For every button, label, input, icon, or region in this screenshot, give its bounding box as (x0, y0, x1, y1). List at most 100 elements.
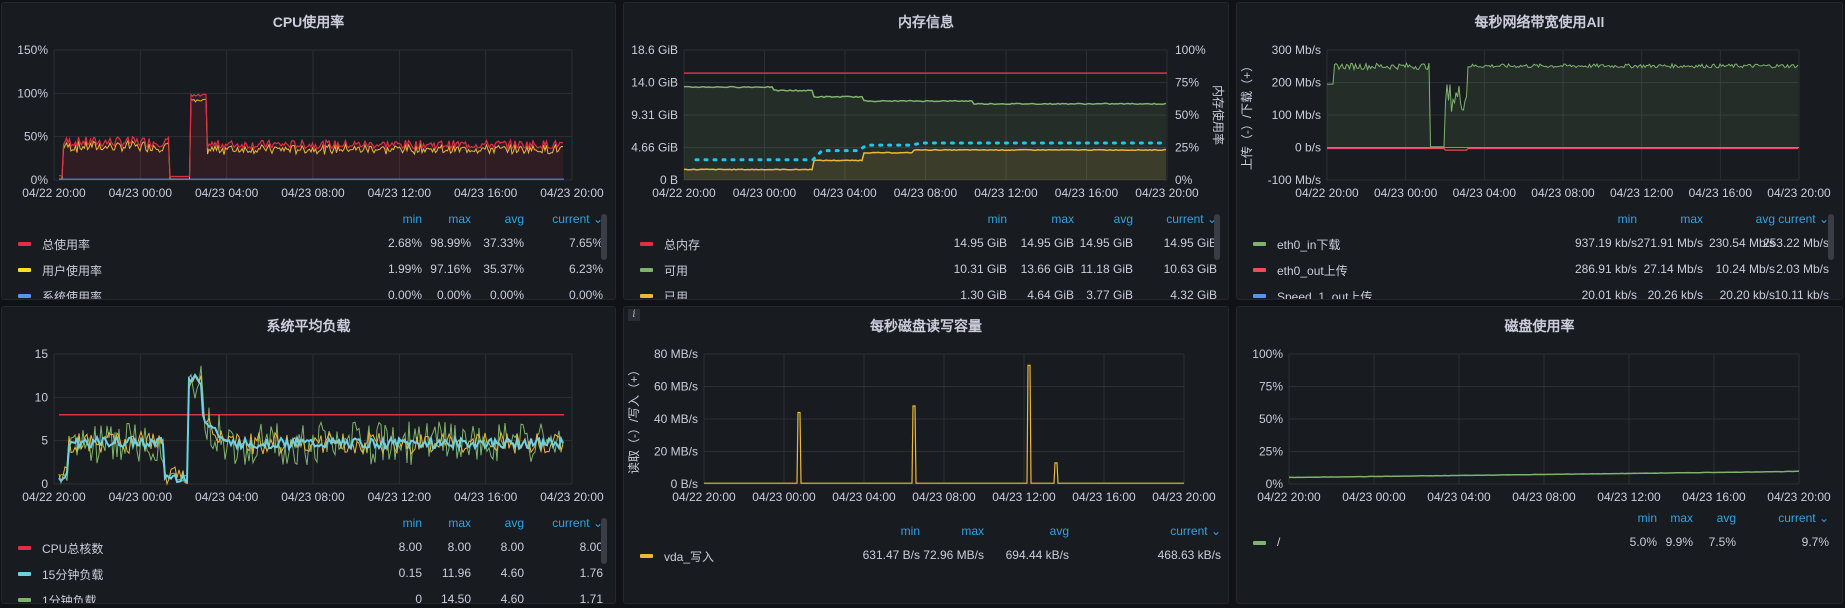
legend-header-avg[interactable]: avg (1050, 524, 1069, 538)
legend-row[interactable]: Speed_1_out上传 20.01 kb/s 20.26 kb/s 20.20 k… (1237, 288, 1842, 300)
legend-row[interactable]: eth0_out上传 286.91 kb/s 27.14 Mb/s 10.24 Mb/… (1237, 262, 1842, 278)
legend-header-current[interactable]: current ⌄ (1778, 212, 1829, 226)
legend-max-value: 9.9% (1665, 535, 1693, 549)
legend-header-current[interactable]: current ⌄ (1170, 524, 1221, 538)
legend-current-value: 2.03 Mb/s (1776, 262, 1829, 276)
legend-header-current[interactable]: current ⌄ (1166, 212, 1217, 226)
legend-header-current[interactable]: current ⌄ (552, 212, 603, 226)
dashboard-grid: CPU使用率 150% 100% 50% 0% 04/22 20:00 04/23 00:0… (0, 0, 1845, 608)
y-tick-label: 300 Mb/s (1272, 43, 1321, 57)
legend-current-value: 10.11 kb/s (1774, 288, 1829, 300)
legend-avg-value: 20.20 kb/s (1719, 288, 1775, 300)
x-tick-label: 04/23 04:00 (1427, 490, 1491, 504)
legend-header-current[interactable]: current ⌄ (1778, 511, 1829, 525)
x-tick-label: 04/23 04:00 (832, 490, 896, 504)
legend-row[interactable]: 用户使用率 1.99% 97.16% 35.37% 6.23% (2, 262, 615, 278)
y-tick-label: 20 MB/s (654, 445, 698, 459)
legend-avg-value: 7.5% (1708, 535, 1736, 549)
legend-avg-value: 14.95 GiB (1079, 236, 1133, 250)
legend-min-value: 20.01 kb/s (1581, 288, 1637, 300)
legend-row[interactable]: 1分钟负载 0 14.50 4.60 1.71 (2, 592, 615, 604)
x-tick-label: 04/23 20:00 (540, 490, 604, 504)
legend-header-min[interactable]: min (988, 212, 1007, 226)
legend-max-value: 4.64 GiB (1027, 288, 1074, 300)
y-tick-label: -100 Mb/s (1268, 173, 1321, 187)
x-tick-label: 04/23 16:00 (1055, 186, 1119, 200)
legend-header-max[interactable]: max (448, 516, 471, 530)
legend-row[interactable]: / 5.0% 9.9% 7.5% 9.7% (1237, 535, 1842, 551)
x-tick-label: 04/23 20:00 (1135, 186, 1199, 200)
legend-header-min[interactable]: min (901, 524, 920, 538)
legend-current-value: 7.65% (568, 236, 603, 250)
legend-row[interactable]: CPU总核数 8.00 8.00 8.00 8.00 (2, 540, 615, 556)
x-tick-label: 04/23 20:00 (1767, 186, 1831, 200)
legend-header-current[interactable]: current ⌄ (552, 516, 603, 530)
legend-avg-value: 35.37% (483, 262, 524, 276)
x-tick-label: 04/23 16:00 (1682, 490, 1746, 504)
panel-network-bandwidth[interactable]: 每秒网络带宽使用All 300 Mb/s 200 Mb/s 100 Mb/s 0 b/s… (1236, 2, 1843, 300)
legend-header-min[interactable]: min (1618, 212, 1637, 226)
legend-header-avg[interactable]: avg (505, 212, 524, 226)
legend-scrollbar[interactable] (1214, 214, 1220, 260)
legend-current-value: 14.95 GiB (1163, 236, 1217, 250)
x-tick-label: 04/23 00:00 (1342, 490, 1406, 504)
legend-avg-value: 4.60 (500, 566, 524, 580)
chevron-down-icon[interactable]: ⌄ (1816, 511, 1829, 525)
legend-max-value: 14.50 (440, 592, 471, 604)
legend-header-min[interactable]: min (403, 212, 422, 226)
legend-scrollbar[interactable] (1828, 214, 1834, 260)
legend-swatch (1253, 242, 1266, 246)
legend-header-avg[interactable]: avg (1114, 212, 1133, 226)
legend-header-max[interactable]: max (961, 524, 984, 538)
legend-row[interactable]: vda_写入 631.47 B/s 72.96 MB/s 694.44 kB/s 468… (624, 548, 1228, 564)
legend-row[interactable]: eth0_in下载 937.19 kb/s 271.91 Mb/s 230.54 Mb… (1237, 236, 1842, 252)
chevron-down-icon[interactable]: ⌄ (1816, 212, 1829, 226)
y-tick-label: 0 B/s (671, 477, 698, 491)
x-tick-label: 04/23 12:00 (368, 186, 432, 200)
y-tick-label: 60 MB/s (654, 380, 698, 394)
panel-disk-io[interactable]: 每秒磁盘读写容量 i 80 MB/s 60 MB/s 40 MB/s 20 MB/s 0 B… (623, 306, 1229, 604)
y-tick-label: 100 Mb/s (1272, 108, 1321, 122)
legend-current-value: 4.32 GiB (1170, 288, 1217, 300)
legend-row[interactable]: 总内存 14.95 GiB 14.95 GiB 14.95 GiB 14.95 GiB (624, 236, 1228, 252)
y-tick-label: 5 (41, 434, 48, 448)
legend-min-value: 5.0% (1629, 535, 1657, 549)
legend-row[interactable]: 总使用率 2.68% 98.99% 37.33% 7.65% (2, 236, 615, 252)
y-tick-label-right: 75% (1175, 76, 1199, 90)
panel-disk-usage[interactable]: 磁盘使用率 100% 75% 50% 25% 0% 04/22 20:00 04/23 00:… (1236, 306, 1843, 604)
panel-cpu-usage[interactable]: CPU使用率 150% 100% 50% 0% 04/22 20:00 04/23 00:0… (1, 2, 616, 300)
legend-min-value: 937.19 kb/s (1574, 236, 1637, 250)
x-tick-label: 04/22 20:00 (672, 490, 736, 504)
y-tick-label: 75% (1259, 380, 1283, 394)
legend-row[interactable]: 可用 10.31 GiB 13.66 GiB 11.18 GiB 10.63 GiB (624, 262, 1228, 278)
y-axis-label: 读取（-）/写入（+） (627, 364, 641, 474)
chart-svg: 18.6 GiB 14.0 GiB 9.31 GiB 4.66 GiB 0 B 100% 7… (631, 43, 1226, 200)
panel-memory-info[interactable]: 内存信息 18.6 GiB 14.0 GiB 9.31 GiB 4.66 GiB 0 B1… (623, 2, 1229, 300)
legend-row[interactable]: 15分钟负载 0.15 11.96 4.60 1.76 (2, 566, 615, 582)
legend-header-min[interactable]: min (403, 516, 422, 530)
y-tick-label: 200 Mb/s (1272, 76, 1321, 90)
legend-current-value: 8.00 (579, 540, 603, 554)
legend-header-avg[interactable]: avg (1717, 511, 1736, 525)
legend-header-max[interactable]: max (1670, 511, 1693, 525)
grid-lines (53, 353, 573, 485)
legend-row[interactable]: 系统使用率 0.00% 0.00% 0.00% 0.00% (2, 288, 615, 299)
legend-header-avg[interactable]: avg (1756, 212, 1775, 226)
legend-min-value: 1.30 GiB (960, 288, 1007, 300)
x-tick-label: 04/23 00:00 (733, 186, 797, 200)
legend-scrollbar[interactable] (601, 214, 607, 260)
legend-header-avg[interactable]: avg (505, 516, 524, 530)
legend-header-min[interactable]: min (1638, 511, 1657, 525)
legend-header-max[interactable]: max (448, 212, 471, 226)
legend-row[interactable]: 已用 1.30 GiB 4.64 GiB 3.77 GiB 4.32 GiB (624, 288, 1228, 300)
panel-system-load[interactable]: 系统平均负载 15 10 5 0 04/22 20:00 04/23 00:00 04/23 … (1, 306, 616, 604)
legend-scrollbar[interactable] (601, 518, 607, 564)
legend-header-max[interactable]: max (1680, 212, 1703, 226)
legend-swatch (1253, 294, 1266, 298)
legend-max-value: 11.96 (441, 566, 471, 580)
legend-max-value: 14.95 GiB (1020, 236, 1074, 250)
chevron-down-icon[interactable]: ⌄ (1208, 524, 1221, 538)
legend-max-value: 97.16% (430, 262, 471, 276)
legend-header-max[interactable]: max (1051, 212, 1074, 226)
legend-min-value: 14.95 GiB (953, 236, 1007, 250)
